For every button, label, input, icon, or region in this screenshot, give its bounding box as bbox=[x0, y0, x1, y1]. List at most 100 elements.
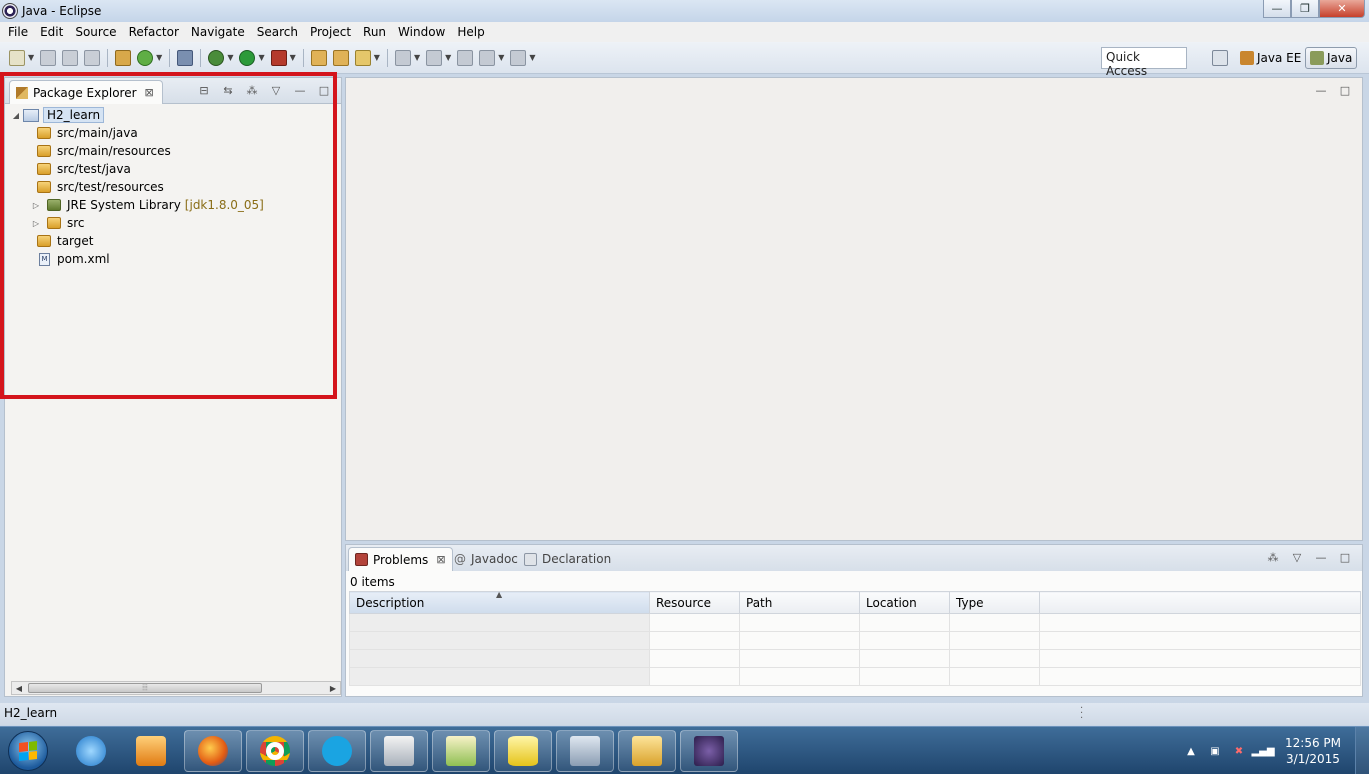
tree-item[interactable]: src/test/resources bbox=[11, 178, 337, 196]
perspective-java[interactable]: Java bbox=[1305, 47, 1358, 69]
open-perspective-icon[interactable] bbox=[1212, 50, 1228, 66]
quick-access-input[interactable]: Quick Access bbox=[1101, 47, 1187, 78]
menu-search[interactable]: Search bbox=[251, 22, 304, 42]
previous-annotation-icon[interactable] bbox=[426, 49, 443, 66]
collapse-all-icon[interactable]: ⊟ bbox=[197, 83, 211, 97]
scroll-left-icon[interactable]: ◀ bbox=[12, 682, 26, 694]
restore-button[interactable]: ❐ bbox=[1291, 0, 1319, 18]
view-menu-icon[interactable]: ▽ bbox=[1290, 550, 1304, 564]
chevron-down-icon[interactable]: ▼ bbox=[28, 53, 34, 62]
close-icon[interactable]: ⊠ bbox=[145, 86, 154, 99]
taskbar-notepad[interactable] bbox=[432, 730, 490, 772]
maximize-view-icon[interactable]: □ bbox=[317, 83, 331, 97]
run-icon[interactable] bbox=[239, 49, 256, 66]
expanded-arrow-icon[interactable]: ◢ bbox=[11, 111, 21, 120]
taskbar-chrome[interactable] bbox=[246, 730, 304, 772]
menu-source[interactable]: Source bbox=[69, 22, 122, 42]
save-icon[interactable] bbox=[40, 49, 57, 66]
tab-declaration[interactable]: Declaration bbox=[518, 547, 617, 571]
forward-icon[interactable] bbox=[510, 49, 527, 66]
scroll-right-icon[interactable]: ▶ bbox=[326, 682, 340, 694]
tab-package-explorer[interactable]: Package Explorer ⊠ bbox=[9, 80, 163, 104]
column-location[interactable]: Location bbox=[859, 591, 950, 614]
show-hidden-icons-icon[interactable]: ▲ bbox=[1184, 744, 1198, 758]
highlight-icon[interactable] bbox=[354, 49, 371, 66]
open-folder-icon[interactable] bbox=[332, 49, 349, 66]
menu-navigate[interactable]: Navigate bbox=[185, 22, 251, 42]
chevron-down-icon[interactable]: ▼ bbox=[414, 53, 420, 62]
system-clock[interactable]: 12:56 PM 3/1/2015 bbox=[1285, 735, 1341, 767]
editor-area[interactable]: — □ bbox=[345, 77, 1363, 541]
focus-icon[interactable]: ⁂ bbox=[245, 83, 259, 97]
collapsed-arrow-icon[interactable]: ▷ bbox=[31, 219, 41, 228]
menu-edit[interactable]: Edit bbox=[34, 22, 69, 42]
chevron-down-icon[interactable]: ▼ bbox=[445, 53, 451, 62]
signal-icon[interactable]: ▂▄▆ bbox=[1251, 744, 1274, 758]
tree-item[interactable]: ▷ src bbox=[11, 214, 337, 232]
start-button[interactable] bbox=[8, 731, 48, 771]
taskbar-internet-explorer[interactable] bbox=[62, 730, 120, 772]
taskbar-firefox[interactable] bbox=[184, 730, 242, 772]
minimize-button[interactable]: — bbox=[1263, 0, 1291, 18]
taskbar-file-manager[interactable] bbox=[370, 730, 428, 772]
close-button[interactable]: ✕ bbox=[1319, 0, 1365, 18]
menu-project[interactable]: Project bbox=[304, 22, 357, 42]
last-edit-icon[interactable] bbox=[457, 49, 474, 66]
minimize-view-icon[interactable]: — bbox=[1314, 550, 1328, 564]
tab-problems[interactable]: Problems ⊠ bbox=[348, 547, 453, 571]
maximize-view-icon[interactable]: □ bbox=[1338, 83, 1352, 97]
chevron-down-icon[interactable]: ▼ bbox=[258, 53, 264, 62]
debug-icon[interactable] bbox=[208, 49, 225, 66]
view-menu-icon[interactable]: ▽ bbox=[269, 83, 283, 97]
scrollbar-thumb[interactable]: ⦙⦙⦙ bbox=[28, 683, 262, 693]
focus-icon[interactable]: ⁂ bbox=[1266, 550, 1280, 564]
menu-file[interactable]: File bbox=[2, 22, 34, 42]
new-class-icon[interactable] bbox=[137, 49, 154, 66]
close-icon[interactable]: ⊠ bbox=[436, 553, 445, 566]
tree-item[interactable]: target bbox=[11, 232, 337, 250]
link-with-editor-icon[interactable]: ⇆ bbox=[221, 83, 235, 97]
menu-refactor[interactable]: Refactor bbox=[123, 22, 185, 42]
chevron-down-icon[interactable]: ▼ bbox=[374, 53, 380, 62]
external-tools-icon[interactable] bbox=[270, 49, 287, 66]
menu-run[interactable]: Run bbox=[357, 22, 392, 42]
show-desktop-button[interactable] bbox=[1355, 727, 1369, 774]
back-icon[interactable] bbox=[479, 49, 496, 66]
next-annotation-icon[interactable] bbox=[394, 49, 411, 66]
tab-javadoc[interactable]: @ Javadoc bbox=[448, 547, 524, 571]
taskbar-java-ee-ide[interactable] bbox=[680, 730, 738, 772]
taskbar-database[interactable] bbox=[494, 730, 552, 772]
taskbar-calculator[interactable] bbox=[556, 730, 614, 772]
print-icon[interactable] bbox=[84, 49, 101, 66]
collapsed-arrow-icon[interactable]: ▷ bbox=[31, 201, 41, 210]
chevron-down-icon[interactable]: ▼ bbox=[290, 53, 296, 62]
tree-item[interactable]: src/main/java bbox=[11, 124, 337, 142]
horizontal-scrollbar[interactable]: ◀ ⦙⦙⦙ ▶ bbox=[11, 681, 341, 695]
new-package-icon[interactable] bbox=[115, 49, 132, 66]
taskbar-explorer[interactable] bbox=[618, 730, 676, 772]
tree-project-row[interactable]: ◢ H2_learn bbox=[11, 106, 337, 124]
maximize-view-icon[interactable]: □ bbox=[1338, 550, 1352, 564]
taskbar-skype[interactable] bbox=[308, 730, 366, 772]
chevron-down-icon[interactable]: ▼ bbox=[498, 53, 504, 62]
chevron-down-icon[interactable]: ▼ bbox=[227, 53, 233, 62]
minimize-view-icon[interactable]: — bbox=[1314, 83, 1328, 97]
tree-item[interactable]: src/main/resources bbox=[11, 142, 337, 160]
new-icon[interactable] bbox=[9, 49, 25, 66]
network-error-icon[interactable]: ✖ bbox=[1232, 744, 1246, 758]
column-description[interactable]: Description ▲ bbox=[349, 590, 650, 614]
tree-item[interactable]: M pom.xml bbox=[11, 250, 337, 268]
taskbar-media-player[interactable] bbox=[122, 730, 180, 772]
search-icon[interactable] bbox=[177, 49, 194, 66]
tree-item[interactable]: src/test/java bbox=[11, 160, 337, 178]
column-resource[interactable]: Resource bbox=[649, 591, 740, 614]
minimize-view-icon[interactable]: — bbox=[293, 83, 307, 97]
action-center-icon[interactable]: ▣ bbox=[1208, 744, 1222, 758]
chevron-down-icon[interactable]: ▼ bbox=[156, 53, 162, 62]
column-type[interactable]: Type bbox=[949, 591, 1040, 614]
column-path[interactable]: Path bbox=[739, 591, 860, 614]
save-all-icon[interactable] bbox=[62, 49, 79, 66]
menu-help[interactable]: Help bbox=[451, 22, 490, 42]
chevron-down-icon[interactable]: ▼ bbox=[529, 53, 535, 62]
menu-window[interactable]: Window bbox=[392, 22, 451, 42]
